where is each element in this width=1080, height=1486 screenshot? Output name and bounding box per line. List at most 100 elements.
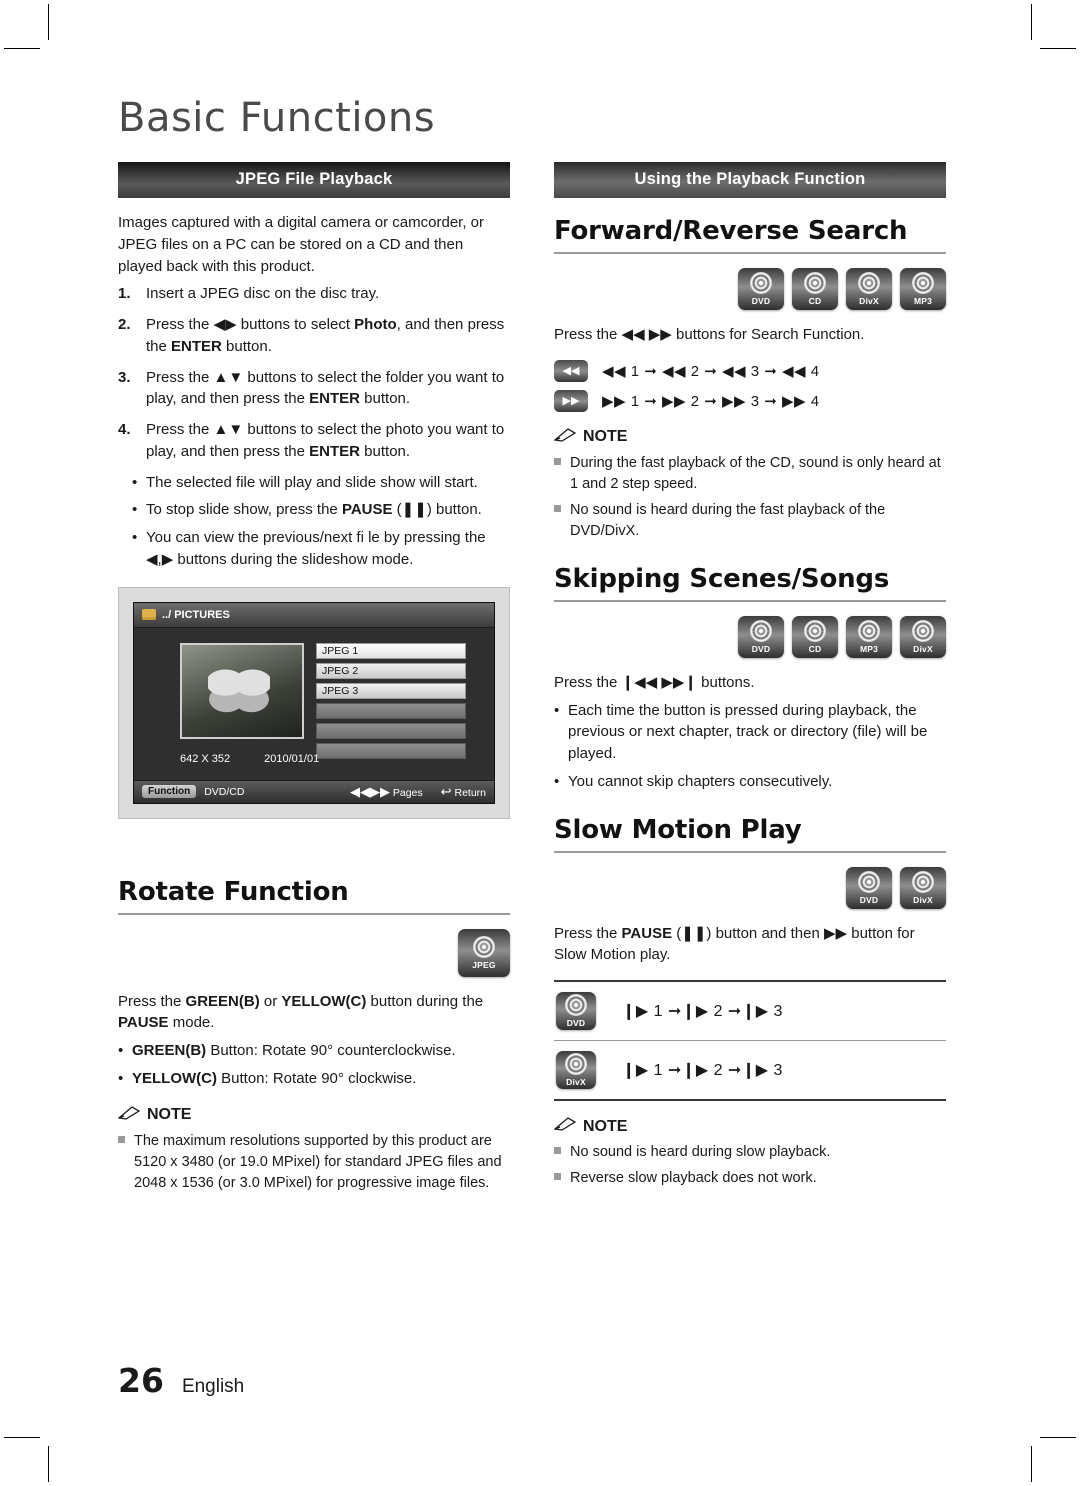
crop-mark-bottom-right-v (1031, 1446, 1032, 1482)
note-title: NOTE (583, 1117, 628, 1135)
disc-badge-label: MP3 (913, 296, 933, 306)
disc-badge-divx: DivX (900, 866, 946, 909)
list-item: 4. Press the ▲▼ buttons to select the ph… (118, 419, 510, 463)
rotate-note-block: NOTE The maximum resolutions supported b… (117, 1105, 510, 1194)
photo-date: 2010/01/01 (264, 752, 320, 765)
rotate-function-heading: Rotate Function (118, 877, 510, 915)
list-item: • You cannot skip chapters consecutively… (554, 771, 946, 793)
disc-badge-divx: DivX (900, 615, 946, 658)
osd-top-bar: ../ PICTURES (134, 602, 494, 628)
step-number: 1. (118, 285, 131, 303)
table-row: DivX ❙▶ 1 ➞❙▶ 2 ➞❙▶ 3 (554, 1040, 946, 1099)
disc-badge-label: DVD (751, 643, 771, 654)
disc-badge-dvd: DVD (846, 866, 892, 909)
note-header: NOTE (553, 1117, 946, 1136)
disc-badge-label: DivX (859, 296, 879, 306)
slow-motion-badges: DVD DivX (554, 866, 946, 909)
note-square-icon (554, 1168, 570, 1189)
disc-badge-label: DVD (859, 894, 879, 905)
osd-path-label: ../ PICTURES (162, 608, 230, 621)
disc-icon (858, 619, 880, 642)
list-item: 1. Insert a JPEG disc on the disc tray. (118, 283, 510, 305)
disc-badge-label: CD (808, 643, 822, 654)
disc-badge-label: MP3 (859, 643, 879, 654)
butterfly-image (208, 666, 270, 713)
note-square-icon (118, 1131, 134, 1194)
page-number: 26 (118, 1361, 164, 1400)
prev-next-icon: ◀◀▶▶ (349, 783, 390, 799)
search-speed-table: ◀◀ ◀◀ 1 ➞ ◀◀ 2 ➞ ◀◀ 3 ➞ ◀◀ 4 ▶▶ ▶▶ 1 ➞ ▶… (554, 359, 946, 412)
note-title: NOTE (583, 428, 628, 446)
section-header-jpeg-file-playback: JPEG File Playback (118, 162, 510, 198)
left-column: JPEG File Playback Images captured with … (117, 162, 510, 1199)
skipping-bullets: • Each time the button is pressed during… (554, 700, 946, 793)
disc-icon (858, 272, 880, 294)
fast-forward-key-icon: ▶▶ (554, 389, 588, 412)
disc-badge-mp3: MP3 (900, 268, 946, 310)
skipping-scenes-songs-heading: Skipping Scenes/Songs (554, 564, 946, 602)
slow-motion-sequence: ❙▶ 1 ➞❙▶ 2 ➞❙▶ 3 (622, 1003, 783, 1021)
disc-badge-cd: CD (792, 268, 838, 310)
osd-inner: ../ PICTURES JPEG 1 JPEG 2 JPEG 3 642 X … (133, 601, 495, 804)
list-item: No sound is heard during slow playback. (554, 1142, 946, 1163)
disc-badge-jpeg: JPEG (458, 928, 510, 977)
step-number: 3. (118, 368, 131, 386)
osd-bottom-bar: Function DVD/CD ◀◀▶▶ Pages ↩ Return (134, 779, 494, 803)
forward-reverse-search-heading: Forward/Reverse Search (554, 216, 946, 254)
list-item: • To stop slide show, press the PAUSE (❚… (132, 499, 510, 521)
step-number: 2. (118, 316, 131, 333)
section-header-using-playback-function: Using the Playback Function (554, 162, 946, 198)
function-button[interactable]: Function (142, 785, 197, 798)
note-text: The maximum resolutions supported by thi… (134, 1132, 502, 1191)
page-footer: 26 English (118, 1361, 244, 1400)
list-item[interactable]: JPEG 2 (316, 662, 466, 679)
disc-icon (858, 870, 880, 893)
skipping-badges: DVD CD MP3 DivX (554, 615, 946, 658)
search-note-block: NOTE During the fast playback of the CD,… (553, 427, 946, 542)
disc-icon (804, 272, 826, 294)
two-column-layout: JPEG File Playback Images captured with … (117, 162, 946, 1199)
disc-icon (565, 1053, 587, 1076)
bullet-dot-icon: • (118, 1069, 124, 1087)
disc-icon (912, 870, 934, 893)
crop-mark-bottom-right-h (1040, 1437, 1076, 1438)
disc-badge-label: DivX (913, 643, 933, 654)
osd-bottom-right: ◀◀▶▶ Pages ↩ Return (350, 784, 486, 800)
return-control[interactable]: ↩ Return (441, 784, 486, 800)
bullet-dot-icon: • (132, 529, 138, 546)
disc-icon (912, 619, 934, 642)
note-text: Reverse slow playback does not work. (570, 1170, 817, 1187)
jpeg-bullets: • The selected file will play and slide … (132, 472, 510, 571)
list-item: • YELLOW(C) Button: Rotate 90° clockwise… (118, 1068, 510, 1090)
crop-mark-top-right-h (1040, 48, 1076, 49)
list-item[interactable]: JPEG 3 (316, 682, 466, 699)
note-square-icon (554, 500, 570, 542)
rotate-bullets: • GREEN(B) Button: Rotate 90° counterclo… (118, 1040, 510, 1090)
disc-badge-divx: DivX (846, 268, 892, 310)
search-sequence: ◀◀ 1 ➞ ◀◀ 2 ➞ ◀◀ 3 ➞ ◀◀ 4 (602, 362, 820, 380)
disc-badge-divx: DivX (556, 1051, 596, 1090)
note-pencil-icon (553, 1117, 577, 1136)
disc-icon (750, 619, 772, 642)
bullet-dot-icon: • (554, 701, 560, 719)
list-item[interactable]: JPEG 1 (316, 642, 466, 659)
file-list: JPEG 1 JPEG 2 JPEG 3 (316, 642, 466, 763)
bullet-dot-icon: • (118, 1042, 124, 1059)
right-column: Using the Playback Function Forward/Reve… (553, 162, 946, 1199)
bullet-text: Each time the button is pressed during p… (568, 701, 928, 763)
photo-resolution: 642 X 352 (180, 752, 231, 765)
disc-icon (565, 994, 587, 1017)
disc-badge-dvd: DVD (556, 992, 596, 1031)
disc-badge-dvd: DVD (738, 268, 784, 310)
slow-motion-play-heading: Slow Motion Play (554, 815, 946, 853)
note-header: NOTE (117, 1105, 510, 1125)
pages-control[interactable]: ◀◀▶▶ Pages (350, 784, 423, 800)
slow-motion-note-block: NOTE No sound is heard during slow playb… (553, 1117, 946, 1189)
disc-icon (804, 619, 826, 642)
skipping-intro-text: Press the ❙◀◀ ▶▶❙ buttons. (554, 673, 755, 691)
slow-motion-sequence: ❙▶ 1 ➞❙▶ 2 ➞❙▶ 3 (622, 1062, 783, 1080)
rotate-badges: JPEG (118, 928, 510, 977)
note-square-icon (554, 453, 570, 495)
page-content: Basic Functions JPEG File Playback Image… (117, 96, 946, 1199)
note-square-icon (554, 1142, 570, 1163)
